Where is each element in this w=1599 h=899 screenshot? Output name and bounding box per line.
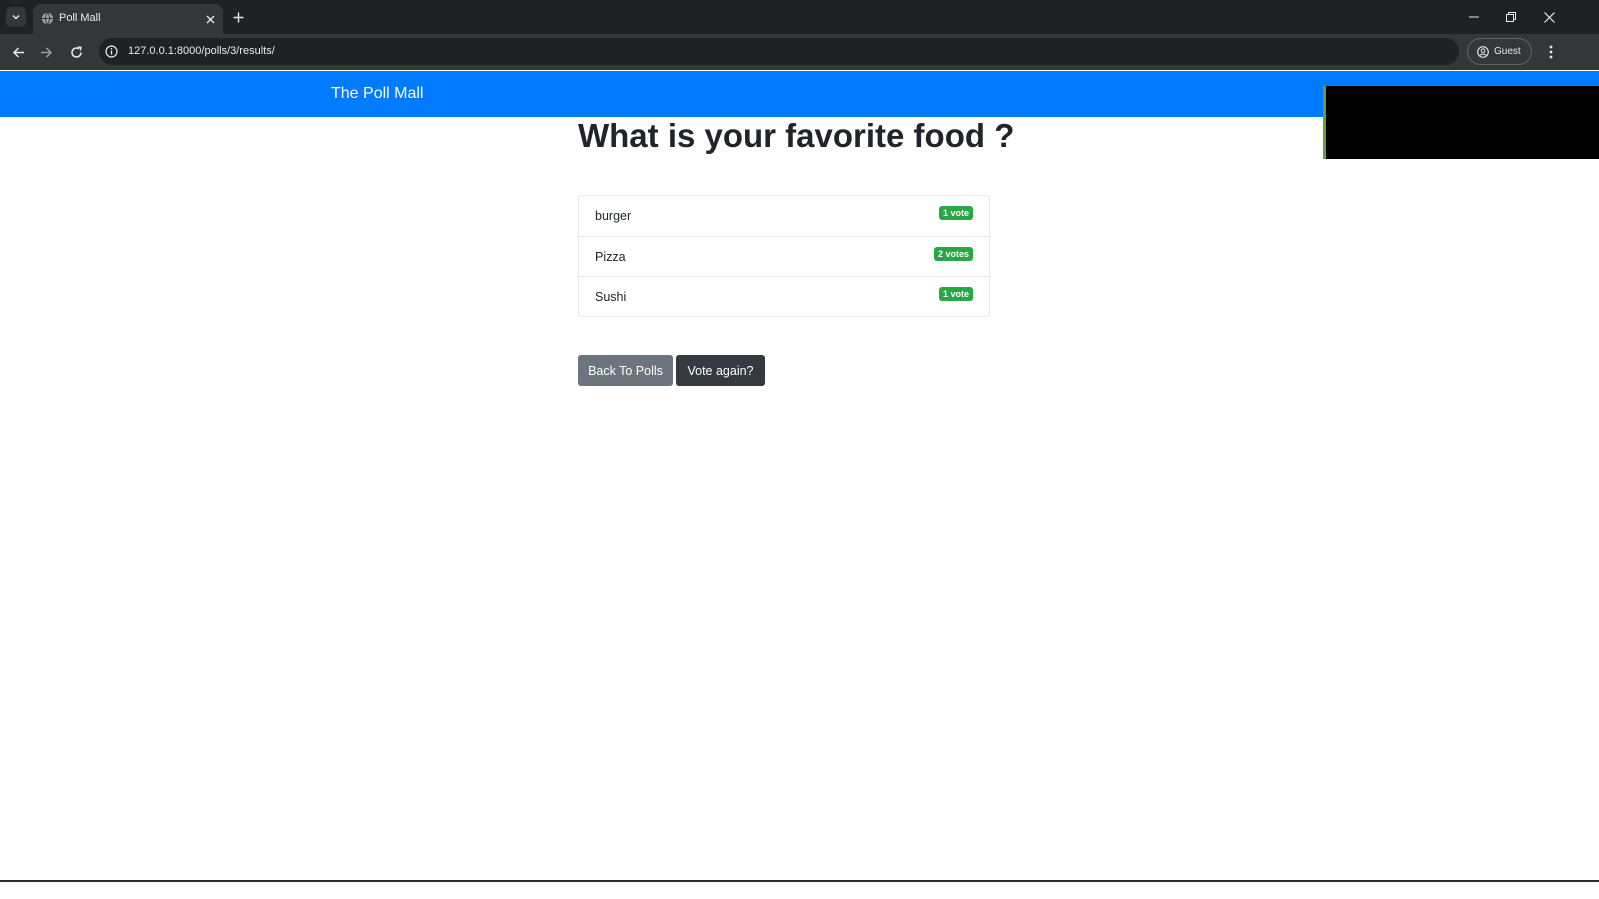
choice-text: Sushi <box>595 290 627 304</box>
choice-text: burger <box>595 209 632 223</box>
arrow-right-icon <box>40 46 52 58</box>
restore-button[interactable] <box>1503 9 1519 25</box>
reload-button[interactable] <box>67 43 85 61</box>
tab-title: Poll Mall <box>59 12 101 24</box>
black-overlay-box <box>1323 86 1599 159</box>
close-window-button[interactable] <box>1541 9 1557 25</box>
tab-search-button[interactable] <box>6 7 26 27</box>
profile-icon <box>1477 45 1489 58</box>
close-icon <box>206 15 214 23</box>
active-tab[interactable]: Poll Mall <box>33 4 223 34</box>
info-icon[interactable] <box>105 45 118 58</box>
globe-icon <box>41 12 54 25</box>
arrow-left-icon <box>12 46 24 58</box>
reload-icon <box>70 45 82 58</box>
back-nav-button[interactable] <box>9 43 27 61</box>
poll-question: What is your favorite food ? <box>578 117 1015 154</box>
restore-icon <box>1506 12 1516 22</box>
vote-count-badge: 1 vote <box>938 287 973 301</box>
choice-text: Pizza <box>595 250 626 264</box>
more-vertical-icon <box>1549 45 1553 59</box>
results-list: burger 1 vote Pizza 2 votes Sushi 1 vote <box>578 195 990 317</box>
bottom-divider <box>0 880 1599 882</box>
minimize-icon <box>1469 16 1479 18</box>
vote-again-button[interactable]: Vote again? <box>676 355 765 386</box>
tab-strip: Poll Mall <box>0 0 1599 34</box>
browser-toolbar: 127.0.0.1:8000/polls/3/results/ Guest <box>0 34 1599 70</box>
url-text[interactable]: 127.0.0.1:8000/polls/3/results/ <box>128 45 275 57</box>
browser-menu-button[interactable] <box>1543 43 1559 61</box>
new-tab-button[interactable] <box>230 9 246 25</box>
list-item: Sushi 1 vote <box>579 276 989 316</box>
close-icon <box>1543 11 1555 23</box>
forward-nav-button[interactable] <box>37 43 55 61</box>
vote-count-badge: 1 vote <box>938 206 973 220</box>
site-brand-link[interactable]: The Poll Mall <box>331 85 423 103</box>
address-bar[interactable]: 127.0.0.1:8000/polls/3/results/ <box>99 38 1459 65</box>
plus-icon <box>233 12 243 22</box>
tab-close-button[interactable] <box>203 12 217 26</box>
list-item: Pizza 2 votes <box>579 236 989 276</box>
list-item: burger 1 vote <box>579 196 989 236</box>
profile-button[interactable]: Guest <box>1467 38 1532 65</box>
vote-count-badge: 2 votes <box>933 247 973 261</box>
back-to-polls-button[interactable]: Back To Polls <box>578 355 673 386</box>
minimize-button[interactable] <box>1466 9 1482 25</box>
profile-label: Guest <box>1494 46 1521 57</box>
chevron-down-icon <box>12 15 20 20</box>
